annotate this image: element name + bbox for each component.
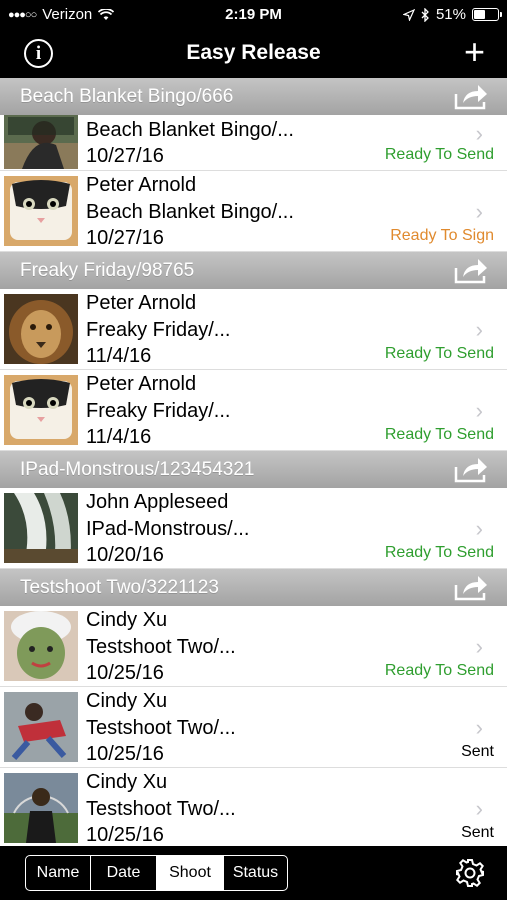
section-header: Beach Blanket Bingo/666	[0, 78, 507, 115]
release-date: 10/25/16	[86, 743, 164, 765]
release-date: 11/4/16	[86, 345, 152, 367]
release-date: 10/25/16	[86, 824, 164, 846]
section-title: Freaky Friday/98765	[20, 260, 195, 281]
model-photo-thumbnail	[4, 611, 78, 681]
sort-by-name-tab[interactable]: Name	[26, 856, 91, 890]
status-label: Ready To Send	[384, 146, 494, 163]
bottom-toolbar: Name Date Shoot Status	[0, 846, 507, 900]
sort-by-status-tab[interactable]: Status	[224, 856, 287, 890]
shoot-name: Freaky Friday/...	[86, 319, 231, 341]
release-row[interactable]: Peter Arnold Freaky Friday/... 11/4/16 ›…	[0, 370, 507, 451]
chevron-right-icon: ›	[475, 199, 483, 224]
person-name: Cindy Xu	[86, 771, 168, 793]
model-photo-thumbnail	[4, 692, 78, 762]
person-name: Peter Arnold	[86, 292, 197, 314]
status-bar: ●●●○○ Verizon 2:19 PM 51%	[0, 0, 507, 30]
sort-by-date-tab[interactable]: Date	[91, 856, 157, 890]
chevron-right-icon: ›	[475, 121, 483, 146]
shoot-name: Beach Blanket Bingo/...	[86, 119, 294, 141]
shoot-name: Freaky Friday/...	[86, 400, 231, 422]
release-date: 10/25/16	[86, 662, 164, 684]
chevron-right-icon: ›	[475, 796, 483, 821]
chevron-right-icon: ›	[475, 516, 483, 541]
chevron-right-icon: ›	[475, 398, 483, 423]
status-label: Ready To Send	[384, 662, 494, 679]
page-title: Easy Release	[186, 41, 321, 64]
person-name: John Appleseed	[86, 491, 229, 513]
release-date: 10/20/16	[86, 544, 164, 566]
model-photo-thumbnail	[4, 294, 78, 364]
model-photo-thumbnail	[4, 176, 78, 246]
release-date: 10/27/16	[86, 145, 164, 167]
chevron-right-icon: ›	[475, 715, 483, 740]
person-name: Cindy Xu	[86, 609, 168, 631]
share-icon[interactable]	[453, 455, 489, 484]
release-row[interactable]: John Appleseed IPad-Monstrous/... 10/20/…	[0, 488, 507, 569]
release-list[interactable]: Beach Blanket Bingo/666 Beach Blanket Bi…	[0, 78, 507, 846]
gear-icon[interactable]	[455, 858, 485, 888]
battery-percent: 51%	[435, 6, 466, 23]
model-photo-thumbnail	[4, 773, 78, 843]
bluetooth-icon	[421, 7, 429, 22]
chevron-right-icon: ›	[475, 634, 483, 659]
section-title: Beach Blanket Bingo/666	[20, 86, 234, 107]
sort-by-shoot-tab[interactable]: Shoot	[157, 856, 224, 890]
release-row[interactable]: Beach Blanket Bingo/... 10/27/16 › Ready…	[0, 115, 507, 171]
share-icon[interactable]	[453, 573, 489, 602]
person-name: Cindy Xu	[86, 690, 168, 712]
person-name: Peter Arnold	[86, 373, 197, 395]
add-release-button[interactable]: +	[464, 32, 485, 72]
shoot-name: Testshoot Two/...	[86, 798, 236, 820]
status-label: Ready To Send	[384, 426, 494, 443]
release-row[interactable]: Cindy Xu Testshoot Two/... 10/25/16 › Re…	[0, 606, 507, 687]
shoot-name: Testshoot Two/...	[86, 636, 236, 658]
status-label: Ready To Send	[384, 345, 494, 362]
section-title: Testshoot Two/3221123	[20, 577, 219, 598]
status-label: Sent	[461, 824, 494, 841]
section-header: Freaky Friday/98765	[0, 252, 507, 289]
release-date: 11/4/16	[86, 426, 152, 448]
share-icon[interactable]	[453, 256, 489, 285]
model-photo-thumbnail	[4, 375, 78, 445]
person-name: Peter Arnold	[86, 174, 197, 196]
release-row[interactable]: Peter Arnold Freaky Friday/... 11/4/16 ›…	[0, 289, 507, 370]
release-date: 10/27/16	[86, 227, 164, 249]
status-label: Ready To Send	[384, 544, 494, 561]
battery-icon	[472, 8, 502, 21]
release-row[interactable]: Peter Arnold Beach Blanket Bingo/... 10/…	[0, 171, 507, 252]
section-header: IPad-Monstrous/123454321	[0, 451, 507, 488]
sort-segmented-control[interactable]: Name Date Shoot Status	[25, 855, 288, 891]
share-icon[interactable]	[453, 82, 489, 111]
shoot-name: IPad-Monstrous/...	[86, 518, 250, 540]
release-row[interactable]: Cindy Xu Testshoot Two/... 10/25/16 › Se…	[0, 687, 507, 768]
location-arrow-icon	[402, 8, 415, 21]
model-photo-thumbnail	[4, 115, 78, 169]
section-header: Testshoot Two/3221123	[0, 569, 507, 606]
chevron-right-icon: ›	[475, 317, 483, 342]
release-row[interactable]: Cindy Xu Testshoot Two/... 10/25/16 › Se…	[0, 768, 507, 846]
model-photo-thumbnail	[4, 493, 78, 563]
section-title: IPad-Monstrous/123454321	[20, 459, 255, 480]
status-label: Ready To Sign	[390, 227, 494, 244]
navigation-bar: i Easy Release +	[0, 30, 507, 78]
shoot-name: Beach Blanket Bingo/...	[86, 201, 294, 223]
status-label: Sent	[461, 743, 494, 760]
shoot-name: Testshoot Two/...	[86, 717, 236, 739]
